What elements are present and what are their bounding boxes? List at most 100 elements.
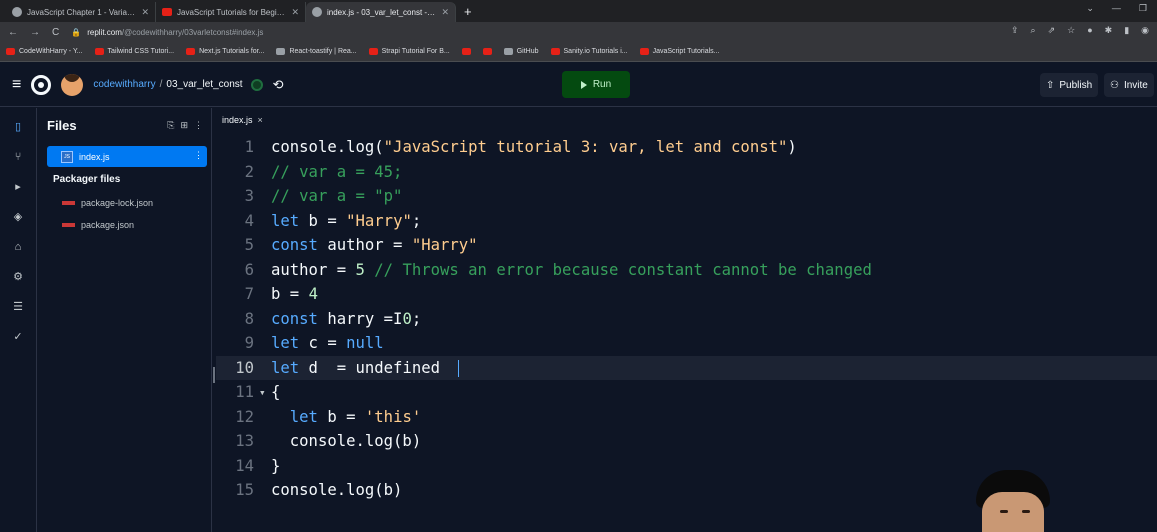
profile-icon[interactable]: ◉ — [1141, 25, 1149, 36]
new-file-icon[interactable]: ⎘ — [167, 120, 174, 131]
sidebar-icon[interactable]: ▮ — [1124, 25, 1129, 36]
code-line[interactable]: 5 const author = "Harry" — [216, 233, 1157, 258]
gear-icon[interactable]: ⚙ — [11, 270, 25, 284]
line-number: 5 — [244, 236, 254, 255]
bookmark-icon — [276, 48, 286, 55]
line-number: 8 — [244, 309, 254, 328]
install-icon[interactable]: ⇪ — [1011, 25, 1019, 36]
code-line[interactable]: 6 author = 5 // Throws an error because c… — [216, 258, 1157, 283]
url-field[interactable]: 🔒 replit.com/@codewithharry/03varletcons… — [71, 28, 263, 37]
extension-icon[interactable]: ● — [1087, 25, 1092, 36]
replit-logo-icon[interactable] — [31, 74, 52, 95]
bookmark-item[interactable]: JavaScript Tutorials... — [639, 48, 720, 55]
address-bar: ← → C 🔒 replit.com/@codewithharry/03varl… — [0, 22, 1157, 42]
code-line[interactable]: 1 console.log("JavaScript tutorial 3: var… — [216, 135, 1157, 160]
new-folder-icon[interactable]: ⊞ — [180, 120, 188, 131]
youtube-icon — [162, 8, 172, 16]
add-user-icon: ⚇ — [1110, 79, 1119, 91]
code-text: console.log(b) — [271, 432, 422, 451]
file-item-index-js[interactable]: JS index.js ⋮ — [47, 146, 207, 167]
file-item-package-lock[interactable]: package-lock.json — [62, 198, 153, 208]
files-actions: ⎘ ⊞ ⋮ — [167, 120, 203, 131]
bookmark-item[interactable]: React-toastify | Rea... — [276, 48, 357, 55]
bookmark-item[interactable]: Tailwind CSS Tutori... — [94, 48, 174, 55]
close-icon[interactable]: ✕ — [141, 7, 149, 18]
bookmark-item[interactable]: CodeWithHarry - Y... — [6, 48, 83, 55]
browser-toolbar-icons: ⇪ ⌕ ⇗ ☆ ● ✱ ▮ ◉ — [1011, 25, 1149, 36]
line-number: 4 — [244, 211, 254, 230]
avatar[interactable] — [61, 73, 84, 96]
code-line[interactable]: 10 let d = undefined — [216, 355, 1157, 380]
chevron-down-icon[interactable]: ⌄ — [1086, 3, 1094, 14]
star-icon[interactable]: ☆ — [1067, 25, 1075, 36]
window-controls: ⌄ — ❐ — [1086, 3, 1147, 14]
youtube-icon — [368, 48, 378, 55]
bookmark-item[interactable]: GitHub — [503, 48, 539, 55]
file-icon[interactable]: ▯ — [11, 120, 25, 134]
youtube-icon — [186, 48, 196, 55]
close-icon[interactable]: ✕ — [291, 7, 299, 18]
publish-button[interactable]: ⇧ Publish — [1040, 73, 1099, 97]
reload-icon[interactable]: C — [52, 27, 59, 38]
editor-tab-bar: index.js × — [216, 108, 1157, 132]
code-line[interactable]: 9 let c = null — [216, 331, 1157, 356]
menu-icon[interactable]: ≡ — [12, 76, 21, 94]
code-line[interactable]: 11 ▾{ — [216, 380, 1157, 405]
repl-name[interactable]: 03_var_let_const — [166, 79, 242, 90]
database-icon[interactable]: ☰ — [11, 300, 25, 314]
browser-tab-0[interactable]: JavaScript Chapter 1 - Variables a ✕ — [6, 2, 156, 22]
check-icon[interactable]: ✓ — [11, 330, 25, 344]
code-line[interactable]: 12 let b = 'this' — [216, 405, 1157, 430]
close-icon[interactable]: × — [258, 115, 263, 125]
git-icon[interactable]: ⑂ — [11, 150, 25, 164]
minimize-icon[interactable]: — — [1112, 3, 1121, 14]
code-line[interactable]: 3 // var a = "p" — [216, 184, 1157, 209]
editor-tab-index-js[interactable]: index.js × — [222, 115, 263, 125]
line-number: 6 — [244, 260, 254, 279]
line-number: 14 — [235, 456, 254, 475]
panel-resize-handle[interactable] — [213, 367, 215, 383]
package-icon[interactable]: ◈ — [11, 210, 25, 224]
line-number: 9 — [244, 334, 254, 353]
code-line[interactable]: 13 console.log(b) — [216, 429, 1157, 454]
youtube-icon — [94, 48, 104, 55]
code-line[interactable]: 4 let b = "Harry"; — [216, 209, 1157, 234]
kebab-menu-icon[interactable]: ⋮ — [194, 120, 203, 131]
file-item-package-json[interactable]: package.json — [62, 220, 134, 230]
forward-icon[interactable]: → — [30, 27, 40, 38]
line-number: 10 — [235, 358, 254, 377]
npm-icon — [62, 201, 75, 205]
fold-toggle-icon[interactable]: ▾ — [259, 386, 266, 399]
breadcrumb-user[interactable]: codewithharry — [93, 79, 155, 90]
bookmark-item[interactable]: Next.js Tutorials for... — [186, 48, 264, 55]
line-number: 11 — [235, 383, 254, 402]
bookmark-item[interactable]: Sanity.io Tutorials i... — [550, 48, 628, 55]
zoom-icon[interactable]: ⌕ — [1031, 25, 1036, 36]
kebab-menu-icon[interactable]: ⋮ — [194, 150, 203, 161]
code-line[interactable]: 8 const harry =I0; — [216, 307, 1157, 332]
console-icon[interactable]: ▸ — [11, 180, 25, 194]
url-host: replit.com — [87, 27, 122, 37]
code-line[interactable]: 7 b = 4 — [216, 282, 1157, 307]
bookmark-item[interactable]: Strapi Tutorial For B... — [368, 48, 450, 55]
code-text: let c = null — [271, 334, 384, 353]
invite-button[interactable]: ⚇ Invite — [1104, 73, 1154, 97]
back-icon[interactable]: ← — [8, 27, 18, 38]
files-title: Files — [47, 118, 77, 133]
upload-icon: ⇧ — [1046, 79, 1055, 91]
replit-icon — [312, 7, 322, 17]
run-button[interactable]: Run — [562, 71, 630, 98]
code-text: author = 5 // Throws an error because co… — [271, 260, 872, 279]
browser-tab-1[interactable]: JavaScript Tutorials for Beginners ✕ — [156, 2, 306, 22]
history-icon[interactable]: ⟲ — [273, 77, 284, 93]
bookmark-gmail-1[interactable] — [461, 48, 471, 55]
lock-icon[interactable]: ⌂ — [11, 240, 25, 254]
code-line[interactable]: 2 // var a = 45; — [216, 160, 1157, 185]
close-icon[interactable]: ✕ — [441, 7, 449, 18]
bookmark-gmail-2[interactable] — [482, 48, 492, 55]
restore-icon[interactable]: ❐ — [1139, 3, 1147, 14]
new-tab-button[interactable]: + — [456, 4, 480, 22]
puzzle-icon[interactable]: ✱ — [1105, 25, 1113, 36]
browser-tab-2[interactable]: index.js - 03_var_let_const - Repli ✕ — [306, 2, 456, 22]
share-icon[interactable]: ⇗ — [1048, 25, 1056, 36]
